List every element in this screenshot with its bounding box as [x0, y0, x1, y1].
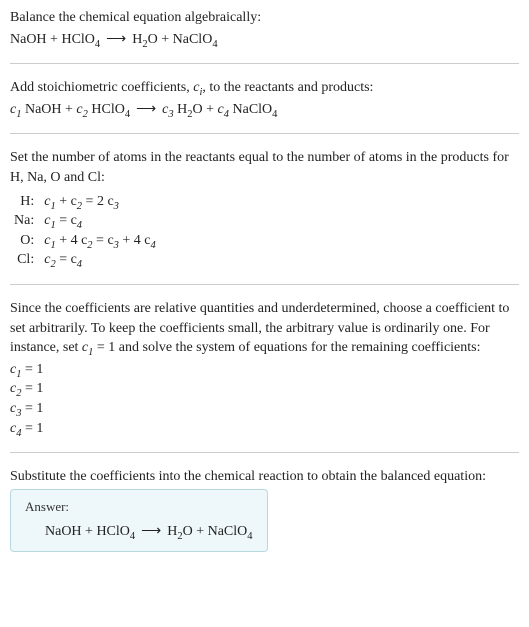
section-divider — [10, 452, 519, 453]
product-h2o: H2O — [132, 32, 158, 47]
element-label: H: — [10, 192, 40, 212]
balance-equation: c2 = c4 — [40, 250, 160, 270]
plus-sign: + — [158, 32, 173, 47]
atom-balance-text: Set the number of atoms in the reactants… — [10, 148, 519, 187]
atom-balance-section: Set the number of atoms in the reactants… — [10, 148, 519, 270]
table-row: Na: c1 = c4 — [10, 211, 160, 231]
element-label: Na: — [10, 211, 40, 231]
reaction-arrow: ⟶ — [130, 102, 162, 117]
balanced-equation: NaOH + HClO4⟶H2O + NaClO4 — [25, 522, 253, 542]
coefficient-value: c4 = 1 — [10, 419, 519, 439]
intro-section: Balance the chemical equation algebraica… — [10, 8, 519, 49]
table-row: O: c1 + 4 c2 = c3 + 4 c4 — [10, 231, 160, 251]
reaction-arrow: ⟶ — [135, 524, 167, 539]
coefficient-value: c2 = 1 — [10, 379, 519, 399]
coefficient-value: c3 = 1 — [10, 399, 519, 419]
section-divider — [10, 63, 519, 64]
unbalanced-equation: NaOH + HClO4⟶H2O + NaClO4 — [10, 30, 519, 50]
substitute-text: Substitute the coefficients into the che… — [10, 467, 519, 487]
balance-equation: c1 = c4 — [40, 211, 160, 231]
intro-title: Balance the chemical equation algebraica… — [10, 8, 519, 28]
reactant-naoh: NaOH — [10, 32, 47, 47]
balance-equation: c1 + c2 = 2 c3 — [40, 192, 160, 212]
plus-sign: + — [47, 32, 62, 47]
coefficient-equation: c1 NaOH + c2 HClO4⟶c3 H2O + c4 NaClO4 — [10, 100, 519, 120]
table-row: Cl: c2 = c4 — [10, 250, 160, 270]
solve-text: Since the coefficients are relative quan… — [10, 299, 519, 358]
stoichiometric-section: Add stoichiometric coefficients, ci, to … — [10, 78, 519, 119]
atom-balance-table: H: c1 + c2 = 2 c3 Na: c1 = c4 O: c1 + 4 … — [10, 192, 160, 270]
element-label: Cl: — [10, 250, 40, 270]
coefficient-list: c1 = 1 c2 = 1 c3 = 1 c4 = 1 — [10, 360, 519, 438]
reactant-hclo4: HClO4 — [61, 32, 100, 47]
section-divider — [10, 284, 519, 285]
element-label: O: — [10, 231, 40, 251]
stoichiometric-text: Add stoichiometric coefficients, ci, to … — [10, 78, 519, 98]
product-naclo4: NaClO4 — [173, 32, 218, 47]
reaction-arrow: ⟶ — [100, 32, 132, 47]
balance-equation: c1 + 4 c2 = c3 + 4 c4 — [40, 231, 160, 251]
section-divider — [10, 133, 519, 134]
answer-label: Answer: — [25, 498, 253, 516]
substitute-section: Substitute the coefficients into the che… — [10, 467, 519, 552]
coefficient-value: c1 = 1 — [10, 360, 519, 380]
table-row: H: c1 + c2 = 2 c3 — [10, 192, 160, 212]
solve-section: Since the coefficients are relative quan… — [10, 299, 519, 438]
answer-box: Answer: NaOH + HClO4⟶H2O + NaClO4 — [10, 489, 268, 553]
